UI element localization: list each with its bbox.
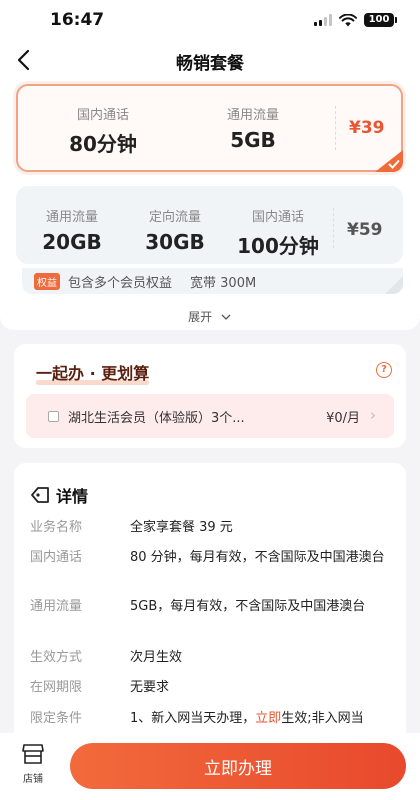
details-card: 详情 业务名称 全家享套餐 39 元 国内通话 80 分钟，每月有效，不含国际及… xyxy=(14,463,406,763)
status-time: 16:47 xyxy=(50,10,105,30)
benefit-item: 宽带 300M xyxy=(190,275,257,291)
plan-divider xyxy=(333,208,334,248)
store-button[interactable]: 店铺 xyxy=(16,743,50,785)
plan-item: 定向流量 30GB xyxy=(131,206,219,254)
plan-item: 通用流量 5GB xyxy=(208,104,298,152)
plan-item-label: 定向流量 xyxy=(148,210,201,225)
plan-item: 国内通话 100分钟 xyxy=(228,206,328,259)
plan-price: ¥59 xyxy=(347,220,383,240)
chevron-right-icon: › xyxy=(370,406,376,424)
plan-price: ¥39 xyxy=(349,118,385,138)
detail-value: 80 分钟，每月有效，不含国际及中国港澳台 xyxy=(130,550,385,565)
detail-key: 业务名称 xyxy=(30,520,83,535)
plan-item-value: 100分钟 xyxy=(237,234,319,258)
nav-bar: 畅销套餐 xyxy=(0,42,420,78)
plan-item: 国内通话 80分钟 xyxy=(58,104,148,157)
status-bar: 16:47 100 xyxy=(0,0,420,42)
detail-value: 次月生效 xyxy=(130,650,183,665)
store-icon xyxy=(22,744,44,764)
benefits-badge: 权益 xyxy=(34,272,60,290)
plan-item: 通用流量 20GB xyxy=(28,206,116,254)
addon-checkbox[interactable] xyxy=(48,411,59,422)
details-title: 详情 xyxy=(56,487,89,506)
plan-benefits: 权益 包含多个会员权益 宽带 300M xyxy=(22,268,403,294)
tag-icon xyxy=(31,487,49,503)
detail-value: 1、新入网当天办理，立即生效;非入网当 xyxy=(130,711,364,726)
addon-name: 湖北生活会员（体验版）3个... xyxy=(68,411,245,426)
detail-value: 5GB，每月有效，不含国际及中国港澳台 xyxy=(130,599,366,614)
detail-key: 限定条件 xyxy=(30,711,83,726)
bundle-title: 一起办 · 更划算 xyxy=(36,364,150,385)
bottom-bar: 店铺 立即办理 xyxy=(0,733,420,800)
highlight-text: 立即 xyxy=(255,711,282,726)
plan-item-value: 80分钟 xyxy=(69,132,137,156)
store-label: 店铺 xyxy=(23,774,43,785)
expand-button[interactable]: 展开 xyxy=(0,308,420,325)
plan-item-value: 5GB xyxy=(230,128,276,152)
battery-icon: 100 xyxy=(364,13,397,27)
apply-now-button[interactable]: 立即办理 xyxy=(70,743,406,789)
bundle-card: 一起办 · 更划算 ? 湖北生活会员（体验版）3个... ¥0/月 › xyxy=(14,344,406,448)
plan-item-label: 国内通话 xyxy=(251,210,304,225)
help-icon[interactable]: ? xyxy=(376,362,392,378)
details-header: 详情 xyxy=(30,483,88,507)
detail-value: 全家享套餐 39 元 xyxy=(130,520,233,535)
plans-card: 国内通话 80分钟 通用流量 5GB ¥39 通用流量 20GB 定向流量 30… xyxy=(0,78,420,330)
detail-key: 在网期限 xyxy=(30,680,83,695)
selected-check-icon xyxy=(375,150,403,172)
addon-price: ¥0/月 xyxy=(326,411,360,426)
wifi-icon xyxy=(339,13,357,26)
plan-item-label: 通用流量 xyxy=(45,210,98,225)
plan-option-39[interactable]: 国内通话 80分钟 通用流量 5GB ¥39 xyxy=(16,84,403,172)
detail-key: 国内通话 xyxy=(30,550,83,565)
plan-divider xyxy=(335,106,336,150)
plan-item-value: 30GB xyxy=(145,230,205,254)
plan-item-label: 通用流量 xyxy=(226,108,279,123)
chevron-down-icon xyxy=(221,314,231,320)
status-icons: 100 xyxy=(314,13,397,27)
addon-item[interactable]: 湖北生活会员（体验版）3个... ¥0/月 › xyxy=(26,394,394,438)
page-title: 畅销套餐 xyxy=(176,54,244,74)
detail-key: 生效方式 xyxy=(30,650,83,665)
plan-option-59[interactable]: 通用流量 20GB 定向流量 30GB 国内通话 100分钟 ¥59 xyxy=(16,186,403,264)
unselected-corner xyxy=(385,276,403,294)
plan-item-label: 国内通话 xyxy=(76,108,129,123)
benefit-item: 包含多个会员权益 xyxy=(68,275,173,291)
cellular-signal-icon xyxy=(314,14,332,26)
detail-value: 无要求 xyxy=(130,680,170,695)
plan-item-value: 20GB xyxy=(42,230,102,254)
detail-key: 通用流量 xyxy=(30,599,83,614)
expand-label: 展开 xyxy=(188,310,213,324)
